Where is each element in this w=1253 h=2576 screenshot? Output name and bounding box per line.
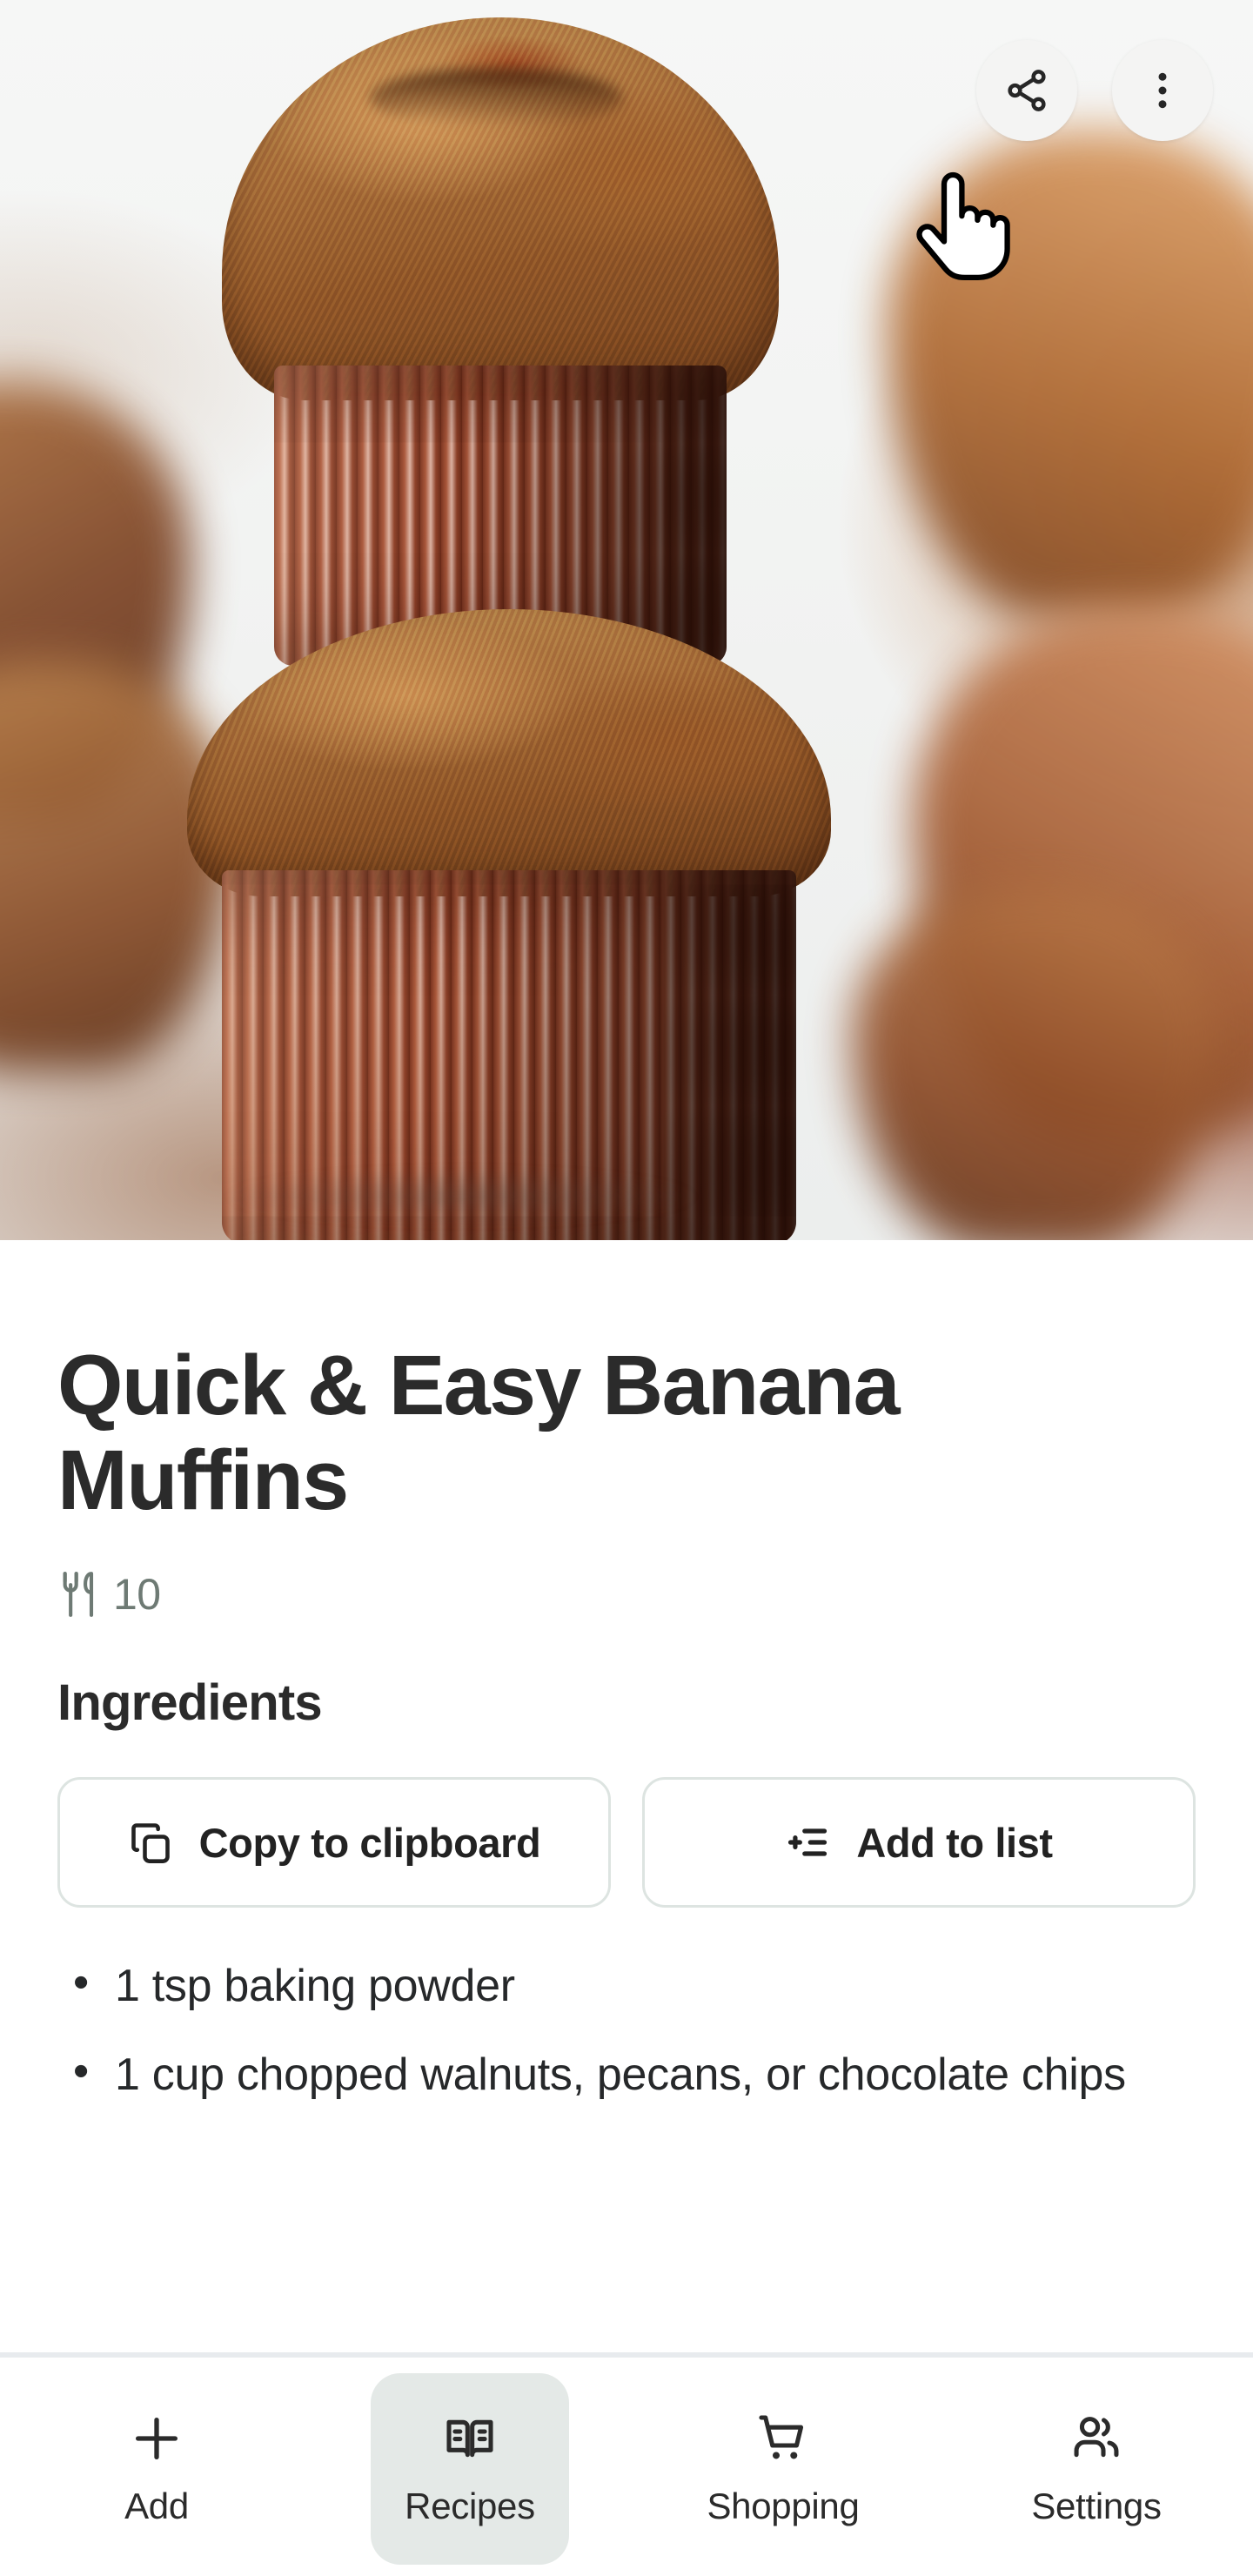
nav-label-add: Add: [124, 2485, 189, 2526]
share-button[interactable]: [976, 40, 1077, 141]
page-title: Quick & Easy Banana Muffins: [57, 1338, 901, 1527]
more-vertical-icon: [1139, 67, 1186, 114]
background-muffin-right-upper: [888, 131, 1253, 618]
muffin-bottom: [187, 609, 831, 1240]
ingredients-heading: Ingredients: [57, 1674, 323, 1732]
users-icon: [1069, 2411, 1124, 2466]
list-item-partial: [57, 2135, 1196, 2156]
nav-item-recipes[interactable]: Recipes: [371, 2373, 569, 2565]
share-icon: [1003, 67, 1050, 114]
nav-label-recipes: Recipes: [405, 2485, 535, 2526]
hero-action-buttons: [976, 40, 1213, 141]
plus-icon: [129, 2411, 184, 2466]
ingredients-list: 1 tsp baking powder 1 cup chopped walnut…: [57, 1955, 1196, 2104]
nav-label-settings: Settings: [1031, 2485, 1162, 2526]
more-options-button[interactable]: [1112, 40, 1213, 141]
servings-count: 10: [113, 1570, 161, 1620]
ingredient-actions: Copy to clipboard Add to list: [57, 1777, 1196, 1909]
nav-item-add[interactable]: Add: [57, 2373, 256, 2565]
add-to-list-button[interactable]: Add to list: [642, 1777, 1196, 1909]
copy-to-clipboard-button[interactable]: Copy to clipboard: [57, 1777, 611, 1909]
recipe-detail-screen: Quick & Easy Banana Muffins 10 Ingredien…: [0, 0, 1253, 2576]
servings-meta: 10: [57, 1569, 1196, 1620]
muffin-top-crack: [370, 68, 622, 129]
shopping-cart-icon: [755, 2411, 811, 2466]
add-to-list-label: Add to list: [856, 1819, 1053, 1866]
background-muffin-right-lower: [853, 888, 1218, 1240]
nav-label-shopping: Shopping: [707, 2485, 860, 2526]
copy-icon: [128, 1820, 173, 1865]
hero-image: [0, 0, 1253, 1240]
copy-to-clipboard-label: Copy to clipboard: [198, 1819, 541, 1866]
book-open-icon: [442, 2411, 498, 2466]
list-item[interactable]: 1 cup chopped walnuts, pecans, or chocol…: [57, 2043, 1196, 2104]
bottom-navigation: Add Recipes Shopping Settings: [0, 2352, 1253, 2576]
recipe-content: Quick & Easy Banana Muffins 10 Ingredien…: [0, 1240, 1253, 2352]
nav-item-shopping[interactable]: Shopping: [684, 2373, 882, 2565]
muffin-bottom-dome: [187, 609, 831, 896]
list-item[interactable]: 1 tsp baking powder: [57, 1955, 1196, 2016]
fork-knife-icon: [57, 1569, 103, 1620]
muffin-shadow: [131, 1157, 792, 1236]
list-plus-icon: [785, 1820, 830, 1865]
nav-item-settings[interactable]: Settings: [997, 2373, 1196, 2565]
muffin-top: [222, 17, 779, 666]
